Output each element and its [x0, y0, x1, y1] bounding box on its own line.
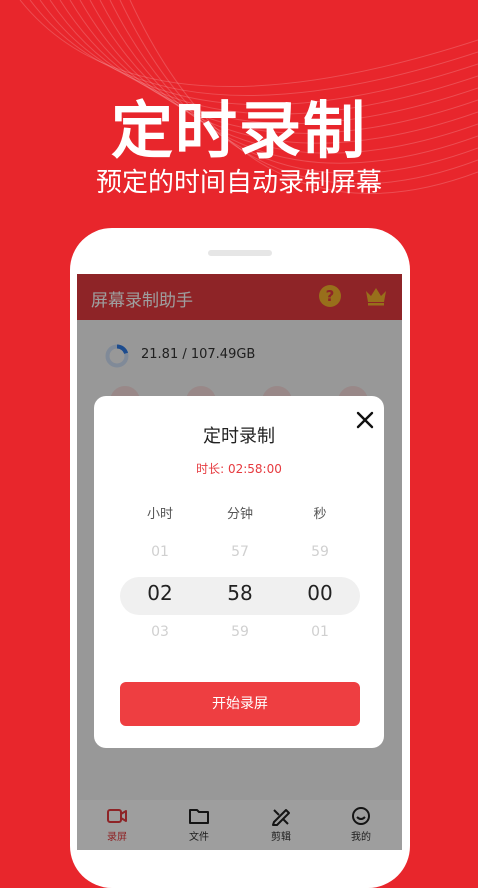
- hero-subtitle: 预定的时间自动录制屏幕: [95, 168, 382, 198]
- wheel-prev-value: 01: [151, 544, 169, 560]
- wheel-prev-value: 59: [311, 544, 329, 560]
- wheel-prev-value: 57: [231, 544, 249, 560]
- column-header-hours: 小时: [146, 507, 173, 522]
- wheel-current-value: 00: [307, 581, 333, 605]
- wheel-current-value: 02: [147, 581, 173, 605]
- timer-dialog: 定时录制 时长: 02:58:00 小时 分钟 秒 01 02 03 57 58…: [94, 396, 384, 748]
- wheel-next-value: 03: [151, 624, 169, 640]
- hour-wheel[interactable]: 01 02 03: [120, 536, 200, 656]
- wheel-next-value: 59: [231, 624, 249, 640]
- column-header-seconds: 秒: [313, 507, 327, 522]
- phone-speaker: [208, 250, 272, 256]
- minute-wheel[interactable]: 57 58 59: [200, 536, 280, 656]
- start-recording-button[interactable]: 开始录屏: [120, 682, 360, 726]
- second-wheel[interactable]: 59 00 01: [280, 536, 360, 656]
- column-header-minutes: 分钟: [226, 507, 253, 522]
- wheel-next-value: 01: [311, 624, 329, 640]
- dialog-title: 定时录制: [203, 426, 275, 447]
- close-icon[interactable]: [353, 408, 377, 432]
- hero-title: 定时录制: [110, 94, 367, 167]
- wheel-current-value: 58: [227, 581, 253, 605]
- duration-text: 时长: 02:58:00: [196, 462, 282, 476]
